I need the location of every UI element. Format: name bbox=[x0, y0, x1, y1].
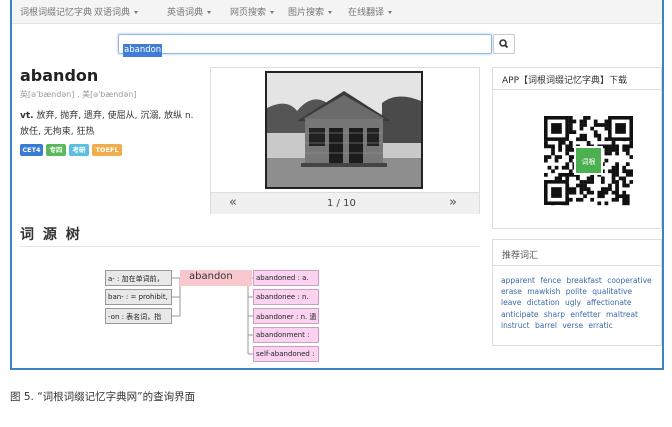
recommended-word-link[interactable]: mawkish bbox=[527, 287, 560, 296]
recommended-word-link[interactable]: affectionate bbox=[586, 298, 631, 307]
recommended-word-link[interactable]: fence bbox=[540, 276, 561, 285]
recommended-word-link[interactable]: enfetter bbox=[570, 310, 600, 319]
recommended-word-link[interactable]: ugly bbox=[565, 298, 581, 307]
recommended-word-link[interactable]: anticipate bbox=[501, 310, 539, 319]
tree-root-node[interactable]: abandon bbox=[180, 270, 252, 286]
recommended-word-link[interactable]: erase bbox=[501, 287, 522, 296]
recommended-word-link[interactable]: cooperative bbox=[607, 276, 651, 285]
recommended-word-link[interactable]: maltreat bbox=[606, 310, 638, 319]
tree-node-abandonee[interactable]: abandonee : n. bbox=[253, 289, 319, 305]
tree-node-suffix-on[interactable]: -on : 表名词，指 bbox=[105, 308, 172, 324]
recommended-word-link[interactable]: verse bbox=[562, 321, 583, 330]
recommended-word-link[interactable]: leave bbox=[501, 298, 521, 307]
recommended-words-list: apparent fence breakfast cooperative era… bbox=[501, 275, 659, 331]
recommended-words-panel: 推荐词汇 apparent fence breakfast cooperativ… bbox=[492, 239, 662, 346]
recommended-word-link[interactable]: polite bbox=[566, 287, 587, 296]
tree-node-self-abandoned[interactable]: self-abandoned : bbox=[253, 346, 319, 362]
tree-node-abandoner[interactable]: abandoner : n. 遗 bbox=[253, 308, 319, 324]
recommended-word-link[interactable]: breakfast bbox=[566, 276, 601, 285]
figure-caption: 图 5. “词根词缀记忆字典网”的查询界面 bbox=[10, 391, 196, 403]
tree-node-root-ban[interactable]: ban- : = prohibit, bbox=[105, 289, 172, 305]
recommended-word-link[interactable]: qualitative bbox=[592, 287, 632, 296]
recommended-word-link[interactable]: sharp bbox=[544, 310, 565, 319]
tree-node-abandonment[interactable]: abandonment : bbox=[253, 327, 319, 343]
recommended-words-title: 推荐词汇 bbox=[493, 240, 661, 266]
recommended-word-link[interactable]: barrel bbox=[535, 321, 557, 330]
tree-node-abandoned[interactable]: abandoned : a. bbox=[253, 270, 319, 286]
recommended-word-link[interactable]: erratic bbox=[588, 321, 612, 330]
recommended-word-link[interactable]: dictation bbox=[527, 298, 560, 307]
tree-node-prefix-a[interactable]: a- : 加在单词前， bbox=[105, 270, 172, 286]
app-window: 词根词缀记忆字典 双语词典 英语词典 网页搜索 图片搜索 在线翻译 abando… bbox=[10, 0, 664, 370]
recommended-word-link[interactable]: instruct bbox=[501, 321, 530, 330]
recommended-word-link[interactable]: apparent bbox=[501, 276, 535, 285]
